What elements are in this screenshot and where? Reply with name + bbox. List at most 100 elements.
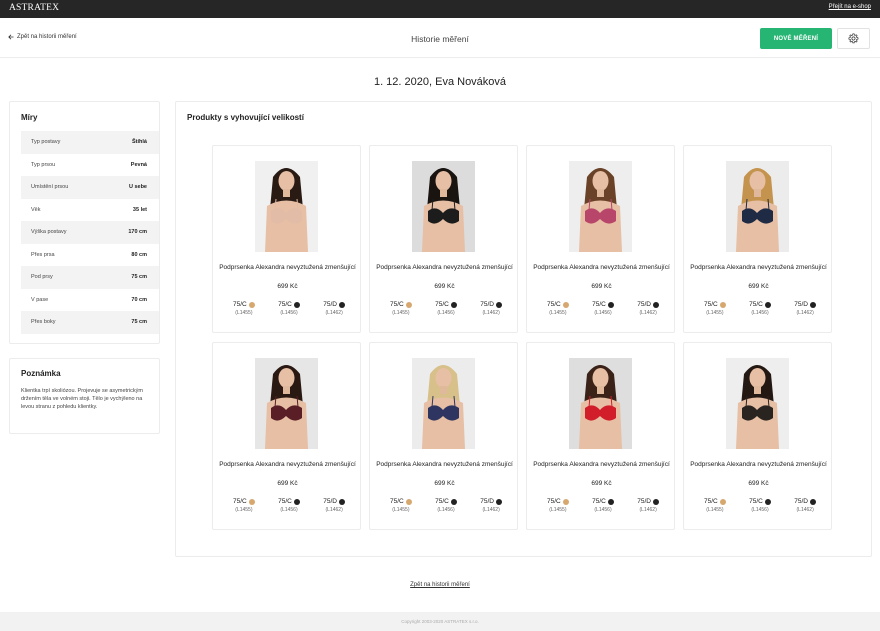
- measurement-label: Přes boky: [31, 319, 56, 326]
- size-code: (L1462): [325, 507, 343, 513]
- size-option[interactable]: 75/D (L1462): [323, 498, 345, 513]
- new-measurement-button[interactable]: NOVÉ MĚŘENÍ: [760, 28, 832, 49]
- product-image[interactable]: [726, 358, 789, 449]
- size-option[interactable]: 75/D (L1462): [637, 301, 659, 316]
- product-card[interactable]: Podprsenka Alexandra nevyztužená zmenšuj…: [369, 342, 518, 530]
- product-name[interactable]: Podprsenka Alexandra nevyztužená zmenšuj…: [690, 460, 827, 470]
- size-options: 75/C (L1455) 75/C (L1456) 75/D (L1462): [233, 498, 345, 513]
- size-option[interactable]: 75/C (L1455): [390, 301, 412, 316]
- size-code: (L1462): [796, 507, 814, 513]
- size-option[interactable]: 75/D (L1462): [480, 498, 502, 513]
- color-swatch-icon: [248, 301, 255, 308]
- color-swatch-icon: [719, 301, 726, 308]
- size-code: (L1456): [751, 507, 769, 513]
- product-card[interactable]: Podprsenka Alexandra nevyztužená zmenšuj…: [212, 145, 361, 333]
- brand-logo[interactable]: ASTRATEX: [9, 3, 59, 13]
- measurement-label: Umístění prsou: [31, 184, 69, 191]
- product-card[interactable]: Podprsenka Alexandra nevyztužená zmenšuj…: [683, 145, 832, 333]
- product-card[interactable]: Podprsenka Alexandra nevyztužená zmenšuj…: [369, 145, 518, 333]
- note-text: Klientka trpí skoliózou. Projevuje se as…: [21, 388, 143, 410]
- size-option[interactable]: 75/C (L1456): [435, 301, 457, 316]
- size-option[interactable]: 75/C (L1456): [278, 498, 300, 513]
- product-card[interactable]: Podprsenka Alexandra nevyztužená zmenšuj…: [212, 342, 361, 530]
- page-header: Zpět na historii měření Historie měření …: [0, 18, 880, 58]
- size-option[interactable]: 75/D (L1462): [637, 498, 659, 513]
- color-swatch-icon: [562, 301, 569, 308]
- product-name[interactable]: Podprsenka Alexandra nevyztužená zmenšuj…: [376, 460, 513, 470]
- size-code: (L1456): [594, 310, 612, 316]
- product-image[interactable]: [569, 358, 632, 449]
- size-option[interactable]: 75/C (L1456): [435, 498, 457, 513]
- size-code: (L1462): [482, 310, 500, 316]
- size-label: 75/C: [704, 498, 718, 505]
- size-label: 75/C: [278, 301, 292, 308]
- note-card: Poznámka Klientka trpí skoliózou. Projev…: [9, 358, 160, 434]
- measurement-label: V pase: [31, 296, 49, 303]
- product-image[interactable]: [569, 161, 632, 252]
- size-code: (L1455): [392, 507, 410, 513]
- product-name[interactable]: Podprsenka Alexandra nevyztužená zmenšuj…: [690, 263, 827, 273]
- color-swatch-icon: [248, 498, 255, 505]
- product-card[interactable]: Podprsenka Alexandra nevyztužená zmenšuj…: [683, 342, 832, 530]
- product-image[interactable]: [255, 161, 318, 252]
- size-option[interactable]: 75/C (L1455): [547, 498, 569, 513]
- product-image[interactable]: [726, 161, 789, 252]
- size-option[interactable]: 75/D (L1462): [794, 301, 816, 316]
- size-code: (L1455): [706, 310, 724, 316]
- size-option[interactable]: 75/C (L1456): [592, 301, 614, 316]
- products-title: Produkty s vyhovující velikostí: [187, 113, 304, 122]
- size-option[interactable]: 75/C (L1455): [233, 498, 255, 513]
- product-card[interactable]: Podprsenka Alexandra nevyztužená zmenšuj…: [526, 145, 675, 333]
- size-code: (L1462): [325, 310, 343, 316]
- size-option[interactable]: 75/C (L1456): [749, 301, 771, 316]
- size-option[interactable]: 75/C (L1456): [592, 498, 614, 513]
- product-image[interactable]: [255, 358, 318, 449]
- product-image[interactable]: [412, 161, 475, 252]
- product-image[interactable]: [412, 358, 475, 449]
- color-swatch-icon: [495, 301, 502, 308]
- product-price: 699 Kč: [591, 480, 612, 487]
- size-option[interactable]: 75/C (L1456): [749, 498, 771, 513]
- size-option[interactable]: 75/C (L1455): [704, 498, 726, 513]
- footer: Copyright 2003-2020 ASTRATEX s.r.o.: [0, 612, 880, 631]
- size-code: (L1455): [706, 507, 724, 513]
- measurement-label: Věk: [31, 206, 41, 213]
- color-swatch-icon: [764, 498, 771, 505]
- size-label: 75/C: [390, 301, 404, 308]
- size-label: 75/D: [323, 498, 337, 505]
- size-option[interactable]: 75/C (L1455): [390, 498, 412, 513]
- size-option[interactable]: 75/D (L1462): [323, 301, 345, 316]
- settings-button[interactable]: [837, 28, 870, 49]
- color-swatch-icon: [652, 498, 659, 505]
- measurement-value: 75 cm: [131, 319, 147, 326]
- size-option[interactable]: 75/C (L1455): [547, 301, 569, 316]
- product-name[interactable]: Podprsenka Alexandra nevyztužená zmenšuj…: [533, 460, 670, 470]
- size-code: (L1462): [639, 310, 657, 316]
- size-label: 75/D: [794, 301, 808, 308]
- color-swatch-icon: [450, 301, 457, 308]
- size-label: 75/D: [794, 498, 808, 505]
- size-label: 75/C: [390, 498, 404, 505]
- bottom-back-link[interactable]: Zpět na historii měření: [410, 582, 470, 588]
- product-name[interactable]: Podprsenka Alexandra nevyztužená zmenšuj…: [219, 460, 356, 470]
- color-swatch-icon: [495, 498, 502, 505]
- size-option[interactable]: 75/C (L1455): [704, 301, 726, 316]
- size-option[interactable]: 75/C (L1455): [233, 301, 255, 316]
- product-price: 699 Kč: [277, 480, 298, 487]
- size-options: 75/C (L1455) 75/C (L1456) 75/D (L1462): [704, 498, 816, 513]
- measurements-card: Míry Typ postavy Štíhlá Typ prsou Pevná Umís…: [9, 101, 160, 344]
- size-label: 75/D: [480, 498, 494, 505]
- size-option[interactable]: 75/C (L1456): [278, 301, 300, 316]
- product-name[interactable]: Podprsenka Alexandra nevyztužená zmenšuj…: [376, 263, 513, 273]
- measurement-row: Typ postavy Štíhlá: [21, 131, 159, 154]
- measurement-row: Věk 35 let: [21, 199, 159, 222]
- size-label: 75/C: [233, 301, 247, 308]
- product-price: 699 Kč: [748, 480, 769, 487]
- eshop-link[interactable]: Přejít na e-shop: [829, 4, 871, 10]
- measurement-value: 170 cm: [128, 229, 147, 236]
- size-option[interactable]: 75/D (L1462): [794, 498, 816, 513]
- product-card[interactable]: Podprsenka Alexandra nevyztužená zmenšuj…: [526, 342, 675, 530]
- size-option[interactable]: 75/D (L1462): [480, 301, 502, 316]
- product-name[interactable]: Podprsenka Alexandra nevyztužená zmenšuj…: [219, 263, 356, 273]
- product-name[interactable]: Podprsenka Alexandra nevyztužená zmenšuj…: [533, 263, 670, 273]
